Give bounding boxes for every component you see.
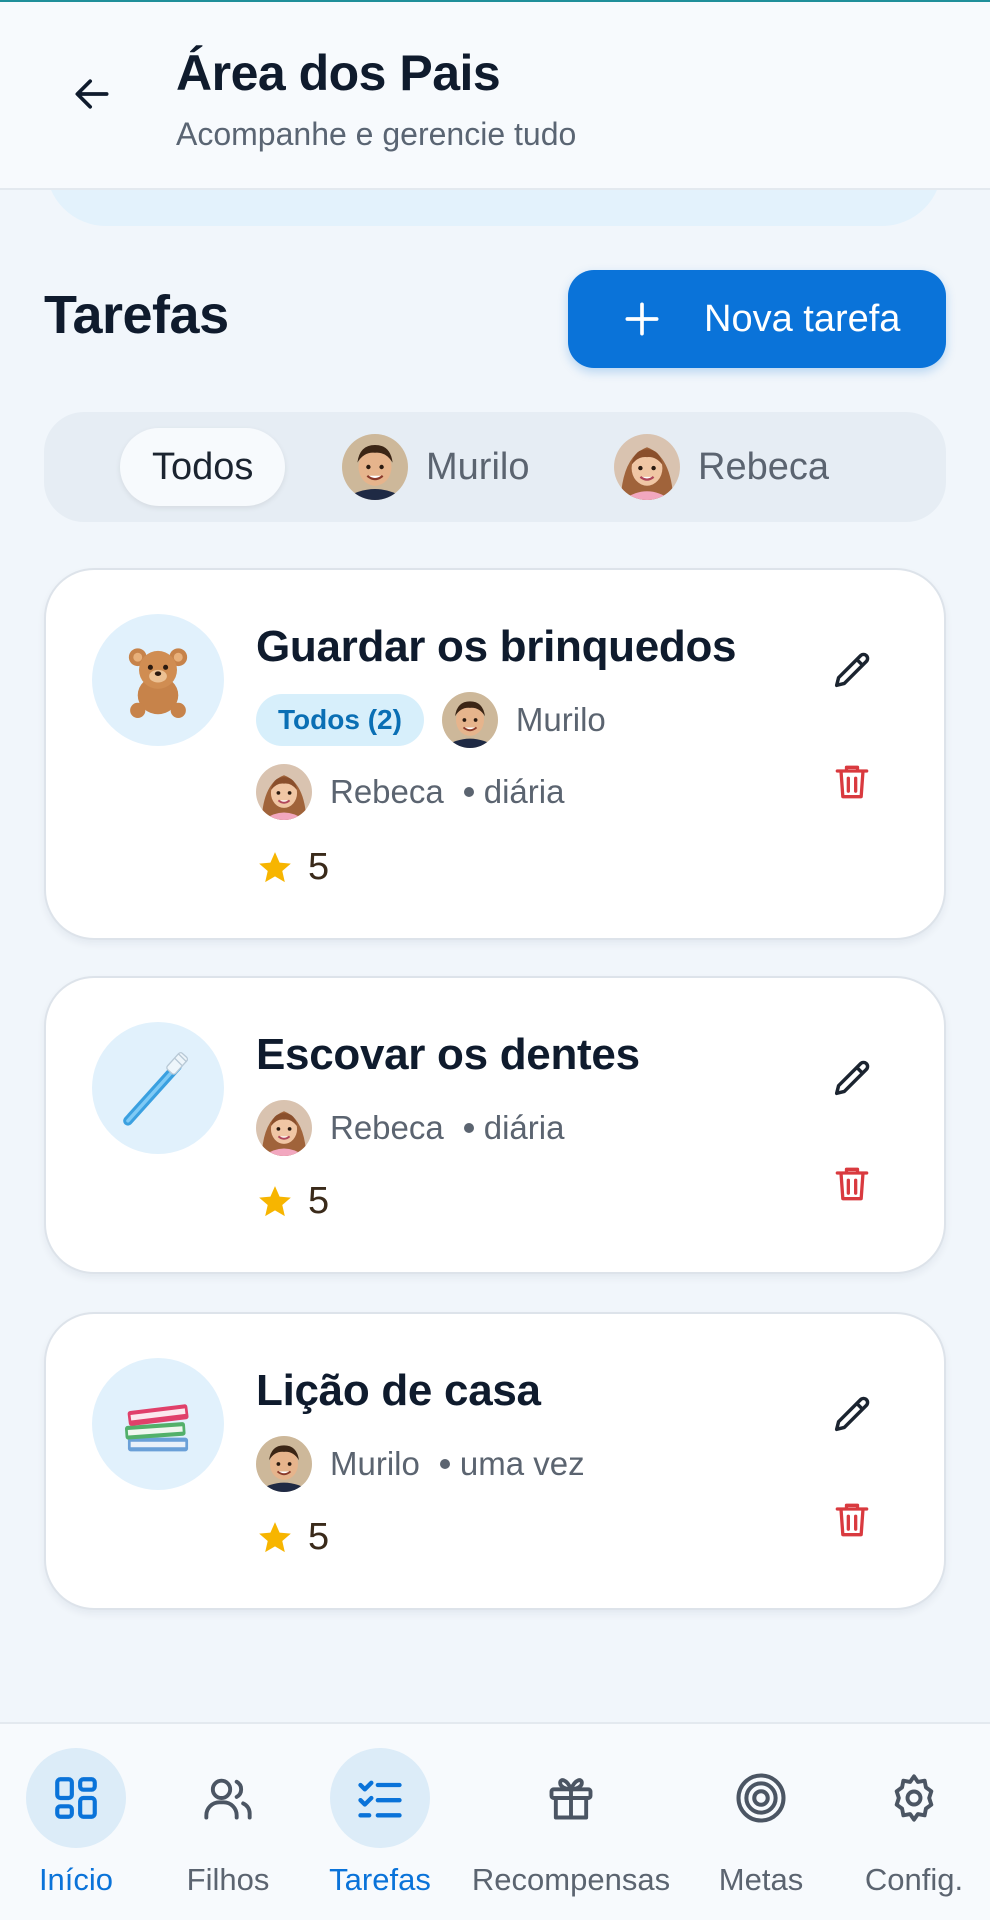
assignee-name: Rebeca	[330, 773, 444, 810]
people-icon	[204, 1778, 252, 1820]
trash-icon	[830, 1498, 874, 1542]
checklist-icon	[358, 1780, 402, 1818]
bottom-nav: Início Filhos Tarefas Recompensas Metas …	[0, 1722, 990, 1920]
nav-label: Metas	[718, 1862, 804, 1897]
edit-task-button[interactable]	[822, 640, 882, 700]
nav-item-recompensas[interactable]: Recompensas	[460, 1724, 682, 1920]
filter-chip-label: Rebeca	[698, 445, 829, 488]
nav-item-metas[interactable]: Metas	[704, 1724, 818, 1920]
assignee-count-badge: Todos (2)	[256, 694, 424, 746]
filter-chip-todos[interactable]: Todos	[120, 428, 286, 506]
task-assignees: Todos (2) Murilo	[256, 692, 606, 748]
pencil-icon	[829, 1055, 875, 1101]
section-title: Tarefas	[44, 285, 229, 345]
app-header: Área dos Pais Acompanhe e gerencie tudo	[0, 0, 990, 190]
task-title: Escovar os dentes	[256, 1030, 640, 1079]
nav-icon-container	[26, 1748, 126, 1848]
filter-chip-label: Murilo	[426, 445, 530, 488]
task-meta: Murilo uma vez	[256, 1436, 585, 1492]
star-count: 5	[308, 1516, 330, 1558]
nav-label: Recompensas	[471, 1862, 671, 1897]
toothbrush-icon	[123, 1052, 189, 1126]
filter-chip-murilo[interactable]: Murilo	[342, 428, 529, 506]
task-icon-container	[92, 614, 224, 746]
delete-task-button[interactable]	[822, 1490, 882, 1550]
task-card[interactable]: Escovar os dentes Rebeca diária 5	[44, 976, 946, 1274]
nav-label: Filhos	[186, 1862, 270, 1897]
nav-label: Início	[38, 1862, 114, 1897]
delete-task-button[interactable]	[822, 752, 882, 812]
nav-icon-container	[711, 1748, 811, 1848]
nav-item-config[interactable]: Config.	[852, 1724, 976, 1920]
separator-dot	[463, 787, 474, 797]
new-task-label: Nova tarefa	[704, 297, 901, 340]
task-reward: 5	[256, 846, 329, 889]
star-count: 5	[308, 1180, 330, 1222]
nav-icon-container	[178, 1748, 278, 1848]
task-icon-container	[92, 1022, 224, 1154]
nav-icon-container	[330, 1748, 430, 1848]
pencil-icon	[829, 647, 875, 693]
edit-task-button[interactable]	[822, 1384, 882, 1444]
task-reward: 5	[256, 1516, 329, 1559]
gear-icon	[894, 1774, 934, 1822]
arrow-left-icon	[75, 79, 109, 109]
separator-dot	[439, 1459, 450, 1469]
avatar	[614, 434, 680, 500]
nav-label: Tarefas	[329, 1862, 431, 1897]
page-title: Área dos Pais	[176, 45, 501, 101]
nav-item-inicio[interactable]: Início	[18, 1724, 134, 1920]
books-icon	[124, 1404, 189, 1452]
nav-item-filhos[interactable]: Filhos	[170, 1724, 286, 1920]
nav-label: Config.	[864, 1862, 964, 1897]
filter-chip-rebeca[interactable]: Rebeca	[614, 428, 829, 506]
assignee-name: Rebeca	[330, 1109, 444, 1146]
plus-icon	[625, 302, 659, 336]
task-title: Guardar os brinquedos	[256, 622, 737, 671]
gift-icon	[549, 1778, 593, 1820]
teddy-bear-icon	[128, 648, 188, 718]
task-card[interactable]: Guardar os brinquedos Todos (2) Murilo R…	[44, 568, 946, 940]
task-frequency: uma vez	[459, 1445, 585, 1482]
nav-icon-container	[521, 1748, 621, 1848]
new-task-button[interactable]: Nova tarefa	[568, 270, 946, 368]
nav-icon-container	[864, 1748, 964, 1848]
task-frequency: diária	[483, 1109, 565, 1146]
avatar	[256, 1436, 312, 1492]
star-count: 5	[308, 846, 330, 888]
filter-chip-label: Todos	[152, 445, 254, 488]
task-card[interactable]: Lição de casa Murilo uma vez 5	[44, 1312, 946, 1610]
assignee-name: Murilo	[515, 701, 606, 738]
nav-item-tarefas[interactable]: Tarefas	[322, 1724, 438, 1920]
avatar	[342, 434, 408, 500]
trash-icon	[830, 760, 874, 804]
edit-task-button[interactable]	[822, 1048, 882, 1108]
task-title: Lição de casa	[256, 1366, 541, 1415]
pencil-icon	[829, 1391, 875, 1437]
trash-icon	[830, 1162, 874, 1206]
assignee-name: Murilo	[330, 1445, 420, 1482]
star-icon	[256, 849, 294, 887]
delete-task-button[interactable]	[822, 1154, 882, 1214]
avatar	[256, 764, 312, 820]
separator-dot	[463, 1123, 474, 1133]
task-reward: 5	[256, 1180, 329, 1223]
page-subtitle: Acompanhe e gerencie tudo	[176, 116, 577, 152]
star-icon	[256, 1519, 294, 1557]
back-button[interactable]	[62, 64, 122, 124]
assignee-filter: Todos Murilo Rebeca	[44, 412, 946, 522]
target-icon	[736, 1773, 786, 1823]
task-meta: Rebeca diária	[256, 764, 564, 820]
star-icon	[256, 1183, 294, 1221]
avatar	[442, 692, 498, 748]
task-icon-container	[92, 1358, 224, 1490]
avatar	[256, 1100, 312, 1156]
task-frequency: diária	[483, 773, 565, 810]
task-meta: Rebeca diária	[256, 1100, 564, 1156]
dashboard-icon	[55, 1777, 97, 1819]
